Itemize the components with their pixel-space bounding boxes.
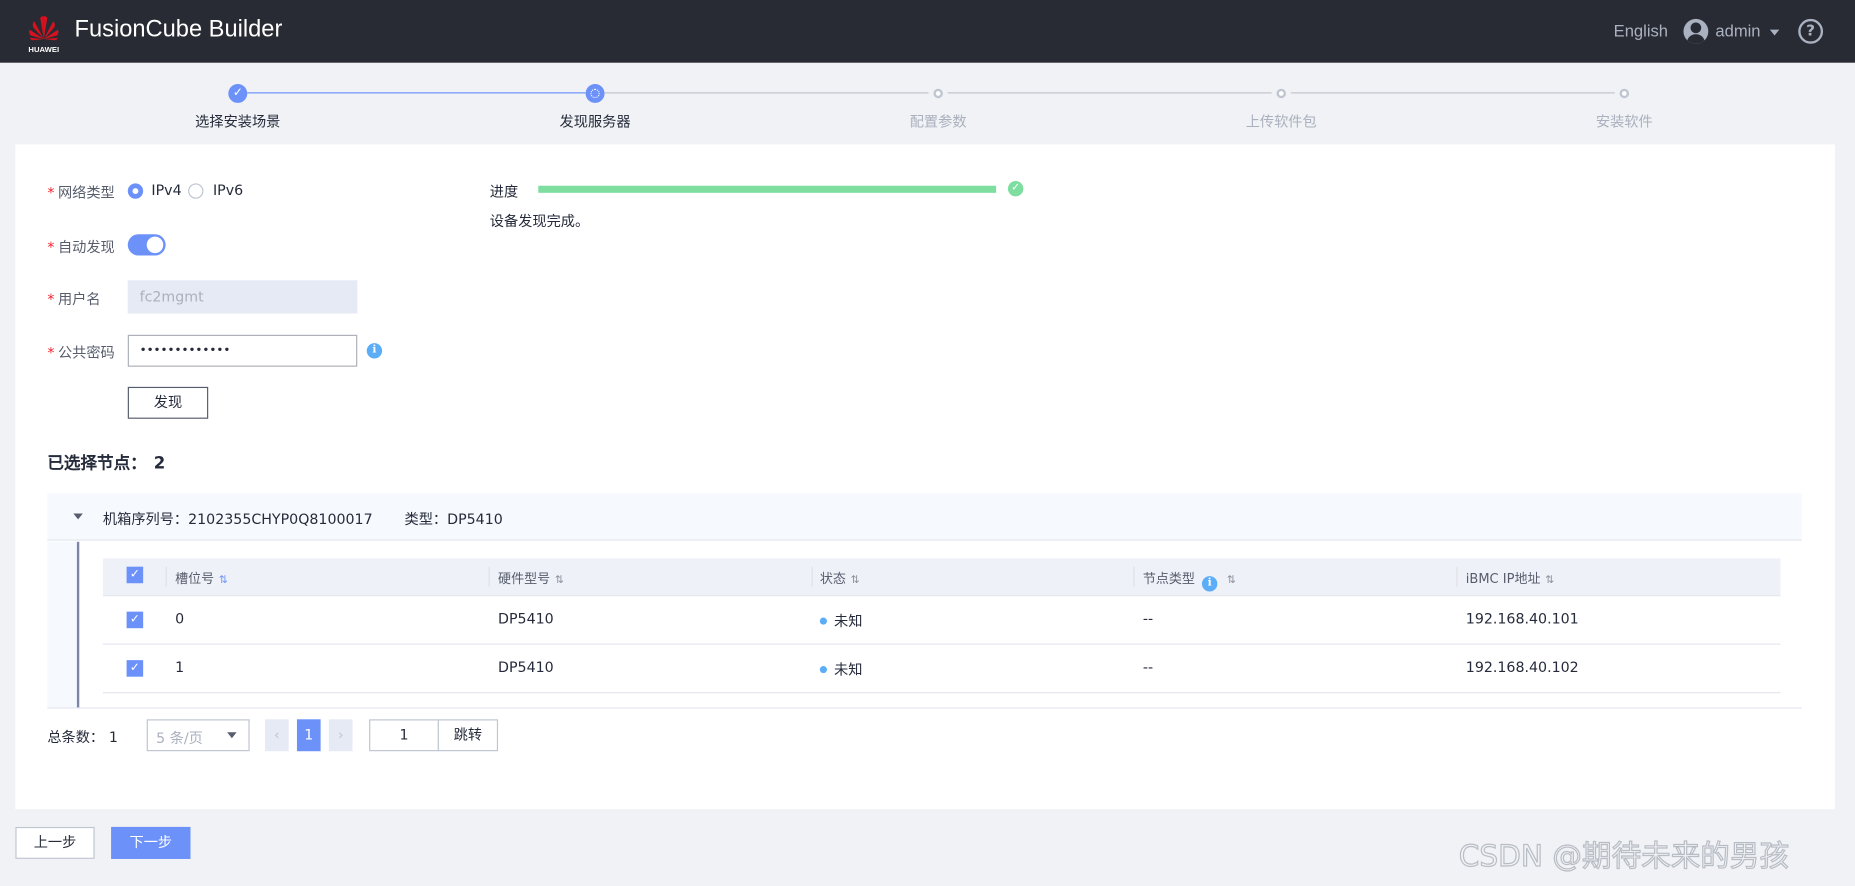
success-check-icon: ✓	[1007, 181, 1024, 197]
sort-icon[interactable]: ⇅	[1227, 575, 1236, 587]
step-label: 选择安装场景	[195, 113, 281, 131]
next-page-button[interactable]: ›	[328, 719, 353, 752]
progress-message: 设备发现完成。	[489, 212, 590, 230]
page-1-button[interactable]: 1	[296, 719, 321, 752]
prev-page-button[interactable]: ‹	[265, 719, 289, 752]
chassis-info: 机箱序列号：2102355CHYP0Q8100017 类型：DP5410	[102, 511, 503, 528]
step-connector	[604, 92, 929, 94]
info-icon[interactable]: i	[366, 343, 383, 359]
step-connector	[247, 92, 586, 94]
help-circle-icon[interactable]: ?	[1798, 18, 1824, 44]
status-cell: 未知	[819, 659, 862, 679]
user-avatar-icon[interactable]	[1683, 18, 1709, 44]
ip-cell: 192.168.40.101	[1465, 610, 1579, 628]
slot-cell: 1	[175, 658, 185, 676]
prev-step-button[interactable]: 上一步	[15, 826, 95, 859]
group-indent-bar	[47, 541, 80, 708]
collapse-triangle-icon[interactable]	[73, 513, 83, 524]
watermark: CSDN @期待未来的男孩	[1458, 838, 1790, 874]
model-cell: DP5410	[498, 658, 554, 676]
auto-discover-toggle[interactable]	[127, 234, 166, 256]
svg-text:HUAWEI: HUAWEI	[28, 45, 59, 53]
password-label: * 公共密码	[47, 344, 115, 361]
top-header: HUAWEI FusionCube Builder English admin …	[0, 0, 1855, 63]
column-header-status[interactable]: 状态 ⇅	[820, 569, 860, 588]
radio-ipv6[interactable]	[188, 183, 204, 199]
select-all-checkbox[interactable]: ✓	[126, 566, 144, 584]
jump-button[interactable]: 跳转	[437, 719, 499, 752]
step-label: 安装软件	[1595, 113, 1653, 131]
row-checkbox[interactable]: ✓	[126, 611, 144, 629]
status-dot-icon	[819, 666, 827, 674]
content-card	[15, 144, 1835, 810]
step-connector	[947, 92, 1272, 94]
progress-label: 进度	[489, 183, 519, 200]
huawei-logo: HUAWEI	[28, 16, 59, 53]
step-label: 发现服务器	[559, 113, 631, 131]
auto-discover-label: * 自动发现	[47, 238, 115, 256]
password-input[interactable]: •••••••••••••	[127, 334, 358, 367]
table-row[interactable]: ✓ 1 DP5410 未知 -- 192.168.40.102	[103, 645, 1781, 692]
step-pending-icon	[1614, 83, 1634, 103]
node-type-cell: --	[1142, 610, 1154, 628]
column-header-slot[interactable]: 槽位号 ⇅	[175, 569, 228, 588]
language-switch[interactable]: English	[1614, 21, 1668, 40]
model-cell: DP5410	[498, 610, 554, 628]
column-header-model[interactable]: 硬件型号 ⇅	[498, 569, 564, 588]
step-pending-icon	[1271, 83, 1291, 103]
sort-icon[interactable]: ⇅	[219, 575, 228, 587]
slot-cell: 0	[175, 610, 185, 628]
chevron-down-icon[interactable]	[227, 732, 237, 743]
progress-bar-fill	[538, 185, 997, 193]
page-size-select[interactable]: 5 条/页	[146, 719, 250, 752]
chassis-group-header[interactable]: 机箱序列号：2102355CHYP0Q8100017 类型：DP5410	[47, 493, 1802, 541]
user-menu[interactable]: admin	[1715, 21, 1760, 40]
network-type-label: * 网络类型	[47, 184, 115, 202]
username-label: * 用户名	[47, 291, 101, 308]
step-label: 配置参数	[909, 113, 967, 131]
status-dot-icon	[819, 617, 827, 625]
column-header-ibmc-ip[interactable]: iBMC IP地址 ⇅	[1466, 569, 1554, 588]
group-bottom-border	[47, 707, 1802, 709]
step-current-icon	[585, 83, 605, 103]
ip-cell: 192.168.40.102	[1465, 658, 1579, 676]
step-pending-icon	[928, 83, 948, 103]
radio-ipv6-label[interactable]: IPv6	[213, 182, 243, 199]
selected-nodes-title: 已选择节点： 2	[47, 454, 166, 474]
column-header-node-type[interactable]: 节点类型 i ⇅	[1143, 569, 1236, 592]
row-checkbox[interactable]: ✓	[126, 660, 144, 677]
chevron-down-icon[interactable]	[1769, 29, 1780, 41]
radio-ipv4-label[interactable]: IPv4	[151, 182, 181, 199]
status-cell: 未知	[819, 610, 862, 630]
username-input[interactable]: fc2mgmt	[127, 280, 358, 314]
progress-bar	[538, 185, 997, 193]
next-step-button[interactable]: 下一步	[111, 826, 191, 859]
app-title: FusionCube Builder	[74, 16, 283, 43]
table-row[interactable]: ✓ 0 DP5410 未知 -- 192.168.40.101	[103, 596, 1781, 643]
sort-icon[interactable]: ⇅	[851, 575, 860, 587]
radio-ipv4[interactable]	[127, 183, 144, 199]
step-done-check-icon: ✓	[228, 83, 248, 103]
total-count: 总条数： 1	[47, 728, 118, 746]
step-connector	[1290, 92, 1615, 94]
step-label: 上传软件包	[1245, 113, 1317, 131]
sort-icon[interactable]: ⇅	[555, 575, 564, 587]
sort-icon[interactable]: ⇅	[1545, 575, 1554, 587]
jump-page-input[interactable]: 1	[369, 719, 439, 752]
info-icon[interactable]: i	[1201, 576, 1218, 592]
discover-button[interactable]: 发现	[127, 386, 209, 419]
node-type-cell: --	[1142, 658, 1154, 676]
